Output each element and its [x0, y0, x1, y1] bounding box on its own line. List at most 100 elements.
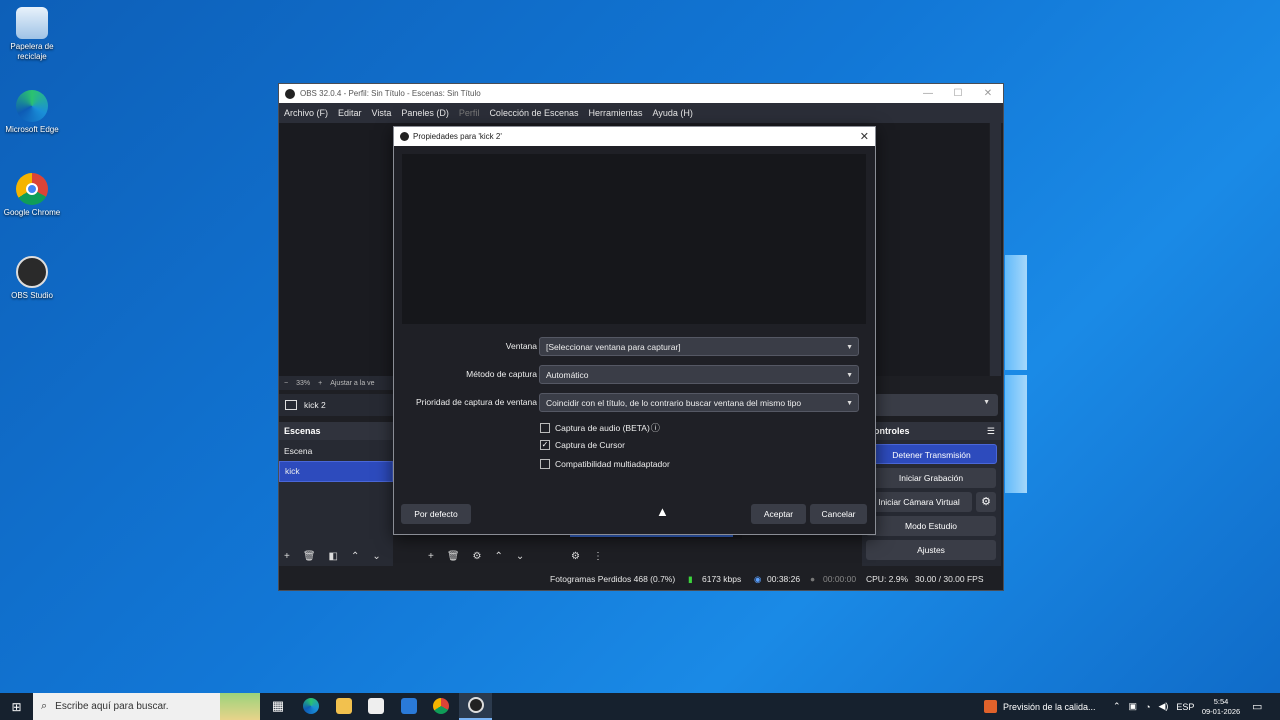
- news-widget[interactable]: Previsión de la calida...: [984, 693, 1096, 720]
- notification-icon[interactable]: ▭: [1252, 693, 1262, 720]
- obs-logo-icon: [285, 88, 295, 99]
- language-indicator[interactable]: ESP: [1176, 702, 1194, 712]
- close-icon[interactable]: ✕: [973, 88, 1003, 99]
- filter-icon[interactable]: ◧: [329, 551, 338, 562]
- window-label: Ventana: [505, 341, 537, 351]
- desktop-icon-obs[interactable]: OBS Studio: [0, 256, 64, 301]
- source-properties-dropdown[interactable]: ▼: [874, 394, 998, 416]
- close-icon[interactable]: ✕: [860, 130, 869, 143]
- source-name: kick 2: [304, 400, 326, 410]
- chevron-up-icon[interactable]: ⌃: [495, 551, 503, 562]
- network-icon[interactable]: ◔: [1145, 702, 1150, 712]
- dock-menu-icon[interactable]: ☰: [987, 422, 995, 440]
- trash-icon[interactable]: 🗑: [447, 551, 460, 562]
- chevron-down-icon[interactable]: ⌄: [516, 551, 524, 562]
- scene-item[interactable]: Escena: [279, 442, 393, 461]
- chevron-down-icon: ▼: [846, 372, 853, 379]
- gear-icon[interactable]: ⚙: [571, 551, 580, 562]
- bitrate: 6173 kbps: [702, 574, 742, 584]
- menu-herramientas[interactable]: Herramientas: [584, 108, 648, 118]
- add-icon[interactable]: +: [428, 551, 434, 562]
- menu-paneles[interactable]: Paneles (D): [396, 108, 454, 118]
- scenes-panel: Escenas Escena kick: [279, 422, 393, 566]
- capture-audio-checkbox[interactable]: Captura de audio (BETA) ⓘ: [540, 421, 660, 434]
- mixer-toolbar: ⚙ ⋮: [571, 548, 603, 564]
- gear-icon[interactable]: ⚙: [473, 551, 482, 562]
- taskbar-search[interactable]: ⌕ Escribe aquí para buscar.: [33, 693, 260, 720]
- scenes-header: Escenas: [279, 422, 393, 440]
- taskbar-obs-active[interactable]: [459, 693, 492, 720]
- desktop-icon-edge[interactable]: Microsoft Edge: [0, 90, 64, 135]
- zoom-fit-button[interactable]: Ajustar a la ve: [330, 380, 374, 387]
- desktop-icon-chrome[interactable]: Google Chrome: [0, 173, 64, 218]
- menu-editar[interactable]: Editar: [333, 108, 367, 118]
- chevron-down-icon: ▼: [846, 400, 853, 407]
- add-icon[interactable]: +: [284, 551, 290, 562]
- scene-item-selected[interactable]: kick: [279, 461, 393, 482]
- capture-method-label: Método de captura: [466, 369, 537, 379]
- windows-start-icon[interactable]: ⊞: [0, 700, 33, 714]
- obs-title-text: OBS 32.0.4 - Perfil: Sin Título - Escena…: [300, 89, 481, 98]
- trash-icon[interactable]: 🗑: [303, 551, 316, 562]
- window-select[interactable]: [Seleccionar ventana para capturar] ▼: [539, 337, 859, 356]
- file-explorer-icon[interactable]: [336, 698, 352, 714]
- desktop-icon-recycle-bin[interactable]: Papelera de reciclaje: [0, 7, 64, 62]
- settings-button[interactable]: Ajustes: [866, 540, 996, 560]
- chevron-up-icon[interactable]: ⌃: [1113, 701, 1121, 712]
- signal-icon: ▮: [688, 574, 693, 584]
- wallpaper-beam: [1005, 255, 1027, 370]
- search-placeholder: Escribe aquí para buscar.: [55, 701, 169, 712]
- checkbox-label: Compatibilidad multiadaptador: [555, 459, 670, 469]
- controls-header-label: ontroles: [874, 426, 910, 436]
- maximize-icon[interactable]: ☐: [943, 88, 973, 99]
- start-virtual-camera-button[interactable]: Iniciar Cámara Virtual: [866, 492, 972, 512]
- defaults-button[interactable]: Por defecto: [401, 504, 471, 524]
- help-icon[interactable]: ⓘ: [651, 421, 660, 434]
- chrome-icon[interactable]: [433, 698, 449, 714]
- capture-cursor-checkbox[interactable]: ✓ Captura de Cursor: [540, 440, 625, 450]
- controls-header: ontroles ☰: [862, 422, 1001, 440]
- capture-method-select[interactable]: Automático ▼: [539, 365, 859, 384]
- cpu-usage: CPU: 2.9%: [866, 574, 909, 584]
- capture-priority-select[interactable]: Coincidir con el título, de lo contrario…: [539, 393, 859, 412]
- ok-button[interactable]: Aceptar: [751, 504, 806, 524]
- checkbox-label: Captura de Cursor: [555, 440, 625, 450]
- minimize-icon[interactable]: —: [913, 88, 943, 99]
- multiadapter-checkbox[interactable]: Compatibilidad multiadaptador: [540, 459, 670, 469]
- obs-icon: [467, 697, 484, 713]
- zoom-in-button[interactable]: +: [318, 380, 322, 387]
- device-icon[interactable]: ▣: [1129, 701, 1138, 712]
- start-recording-button[interactable]: Iniciar Grabación: [866, 468, 996, 488]
- stop-streaming-button[interactable]: Detener Transmisión: [866, 444, 997, 464]
- obs-logo-icon: [400, 132, 409, 141]
- menu-ayuda[interactable]: Ayuda (H): [648, 108, 698, 118]
- mail-icon[interactable]: [401, 698, 417, 714]
- obs-menubar: Archivo (F) Editar Vista Paneles (D) Per…: [279, 103, 1003, 123]
- clock[interactable]: 5:54 09-01-2026: [1198, 693, 1244, 720]
- menu-perfil[interactable]: Perfil: [454, 108, 485, 118]
- menu-vista[interactable]: Vista: [367, 108, 397, 118]
- volume-icon[interactable]: ◀): [1159, 701, 1169, 712]
- menu-coleccion-escenas[interactable]: Colección de Escenas: [484, 108, 583, 118]
- dropped-frames: Fotogramas Perdidos 468 (0.7%): [550, 574, 676, 584]
- edge-icon[interactable]: [303, 698, 319, 714]
- chevron-up-icon[interactable]: ⌃: [351, 551, 359, 562]
- more-vertical-icon[interactable]: ⋮: [593, 551, 603, 562]
- menu-archivo[interactable]: Archivo (F): [279, 108, 333, 118]
- gear-icon[interactable]: ⚙: [976, 492, 996, 512]
- chevron-down-icon[interactable]: ⌄: [372, 551, 380, 562]
- window-capture-icon: [285, 400, 297, 410]
- task-view-icon[interactable]: ▦: [270, 698, 286, 714]
- preview-scrollbar[interactable]: [990, 123, 1001, 376]
- desktop-icon-label: Papelera de reciclaje: [10, 42, 54, 61]
- store-icon[interactable]: [368, 698, 384, 714]
- chevron-down-icon: ▼: [846, 344, 853, 351]
- search-icon: ⌕: [41, 700, 48, 712]
- cancel-button[interactable]: Cancelar: [810, 504, 867, 524]
- chrome-icon: [16, 173, 48, 205]
- studio-mode-button[interactable]: Modo Estudio: [866, 516, 996, 536]
- zoom-out-button[interactable]: −: [284, 380, 288, 387]
- stream-time: 00:38:26: [767, 574, 801, 584]
- dialog-titlebar: Propiedades para 'kick 2' ✕: [394, 127, 875, 146]
- desktop-icon-label: Microsoft Edge: [5, 125, 59, 134]
